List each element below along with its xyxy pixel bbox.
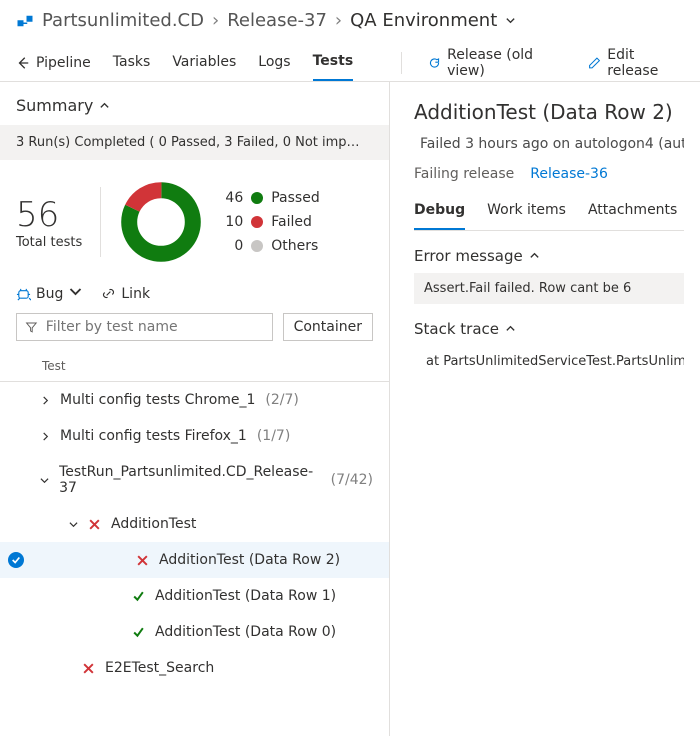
filter-input[interactable] — [16, 313, 273, 341]
create-bug-button[interactable]: Bug — [16, 284, 83, 303]
detail-title: AdditionTest (Data Row 2) — [414, 100, 684, 124]
summary-header[interactable]: Summary — [0, 82, 389, 125]
chevron-up-icon — [99, 96, 110, 115]
breadcrumb: Partsunlimited.CD › Release-37 › QA Envi… — [0, 0, 700, 39]
donut-chart — [119, 180, 203, 264]
tab-variables[interactable]: Variables — [172, 46, 236, 80]
chevron-right-icon: › — [212, 10, 219, 31]
runs-summary: 3 Run(s) Completed ( 0 Passed, 3 Failed,… — [0, 125, 389, 160]
chevron-down-icon — [68, 520, 78, 529]
chevron-down-icon — [39, 476, 49, 485]
arrow-left-icon — [16, 56, 30, 70]
edit-release-button[interactable]: Edit release — [588, 47, 684, 79]
tab-tests[interactable]: Tests — [313, 45, 354, 81]
tab-bar: Pipeline Tasks Variables Logs Tests Rele… — [0, 39, 700, 82]
tab-tasks[interactable]: Tasks — [113, 46, 151, 80]
failing-release-link[interactable]: Release-36 — [530, 166, 608, 182]
tree-group[interactable]: Multi config tests Chrome_1 (2/7) — [0, 382, 389, 418]
pass-icon — [132, 626, 145, 639]
release-old-view-link[interactable]: Release (old view) — [428, 47, 566, 79]
tree-group[interactable]: Multi config tests Firefox_1 (1/7) — [0, 418, 389, 454]
link-icon — [101, 286, 116, 301]
pipeline-icon — [16, 12, 34, 30]
tab-logs[interactable]: Logs — [258, 46, 290, 80]
legend: 46Passed 10Failed 0Others — [221, 190, 319, 254]
chevron-right-icon: › — [335, 10, 342, 31]
fail-icon — [136, 554, 149, 567]
fail-status-line: Failed 3 hours ago on autologon4 (auto — [414, 136, 684, 152]
divider — [100, 187, 101, 257]
back-pipeline[interactable]: Pipeline — [16, 47, 91, 79]
breadcrumb-item[interactable]: Release-37 — [227, 10, 327, 31]
tab-attachments[interactable]: Attachments — [588, 194, 677, 230]
refresh-icon — [428, 56, 441, 70]
tab-debug[interactable]: Debug — [414, 194, 465, 230]
total-tests: 56 Total tests — [16, 195, 82, 250]
filter-icon — [25, 320, 38, 334]
breadcrumb-item[interactable]: QA Environment — [350, 10, 497, 31]
error-message-body: Assert.Fail failed. Row cant be 6 — [414, 273, 684, 304]
chevron-right-icon — [40, 396, 50, 405]
detail-tabs: Debug Work items Attachments — [414, 194, 684, 231]
tree-item[interactable]: E2ETest_Search — [0, 650, 389, 686]
column-header-test: Test — [0, 351, 389, 382]
selected-indicator — [8, 552, 24, 568]
tab-workitems[interactable]: Work items — [487, 194, 566, 230]
chevron-down-icon — [68, 284, 83, 303]
chevron-down-icon[interactable] — [505, 10, 516, 31]
link-button[interactable]: Link — [101, 286, 150, 302]
chevron-right-icon — [40, 432, 50, 441]
failing-release: Failing release Release-36 — [414, 166, 684, 182]
stack-trace-body: at PartsUnlimitedServiceTest.PartsUnlimi — [414, 346, 684, 369]
tree-item[interactable]: AdditionTest (Data Row 0) — [0, 614, 389, 650]
breadcrumb-item[interactable]: Partsunlimited.CD — [42, 10, 204, 31]
chevron-up-icon — [529, 247, 540, 265]
bug-icon — [16, 286, 31, 301]
test-tree: Multi config tests Chrome_1 (2/7) Multi … — [0, 382, 389, 736]
others-dot — [251, 240, 263, 252]
pencil-icon — [588, 56, 601, 70]
results-pane: Summary 3 Run(s) Completed ( 0 Passed, 3… — [0, 82, 390, 736]
tree-item[interactable]: AdditionTest — [0, 506, 389, 542]
chevron-up-icon — [505, 320, 516, 338]
total-number: 56 — [16, 195, 82, 235]
container-dropdown[interactable]: Container — [283, 313, 373, 341]
failed-dot — [251, 216, 263, 228]
tree-group[interactable]: TestRun_Partsunlimited.CD_Release-37 (7/… — [0, 454, 389, 506]
tree-item[interactable]: AdditionTest (Data Row 2) — [0, 542, 389, 578]
error-message-header[interactable]: Error message — [414, 231, 684, 273]
fail-icon — [82, 662, 95, 675]
stack-trace-header[interactable]: Stack trace — [414, 304, 684, 346]
passed-dot — [251, 192, 263, 204]
pass-icon — [132, 590, 145, 603]
filter-field[interactable] — [46, 319, 264, 335]
fail-icon — [88, 518, 101, 531]
tree-item[interactable]: AdditionTest (Data Row 1) — [0, 578, 389, 614]
detail-pane: AdditionTest (Data Row 2) Failed 3 hours… — [390, 82, 700, 736]
